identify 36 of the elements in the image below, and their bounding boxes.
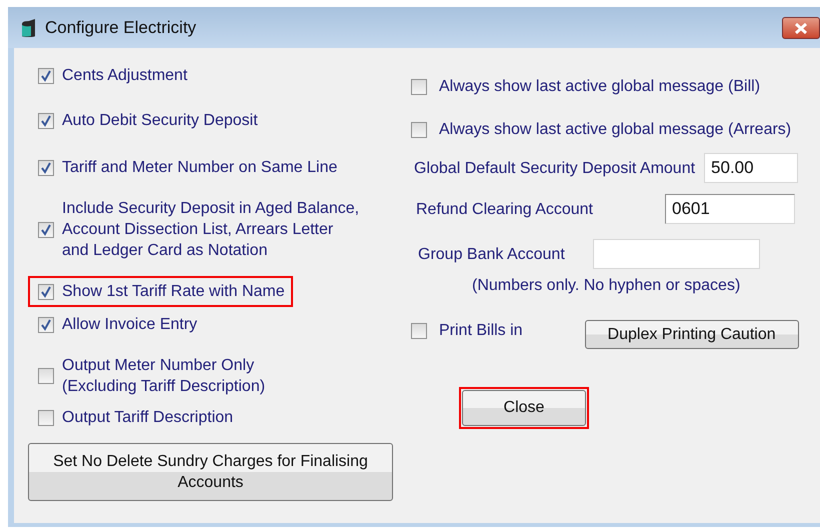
checkbox[interactable] xyxy=(38,368,54,384)
checkbox-label: Always show last active global message (Arrears) xyxy=(439,120,792,140)
checkbox-label: Print Bills in xyxy=(439,321,523,341)
window-title: Configure Electricity xyxy=(45,18,196,38)
close-icon xyxy=(794,22,808,34)
checkbox-label: Tariff and Meter Number on Same Line xyxy=(62,158,338,178)
checkbox-label: Allow Invoice Entry xyxy=(62,315,198,335)
checkbox[interactable] xyxy=(38,410,54,426)
checkbox[interactable] xyxy=(411,78,427,94)
checkbox-label: Output Tariff Description xyxy=(62,408,234,428)
close-button[interactable]: Close xyxy=(462,390,586,426)
close-window-button[interactable] xyxy=(782,17,820,39)
duplex-printing-button[interactable]: Duplex Printing Caution xyxy=(584,320,799,349)
field-label: Group Bank Account xyxy=(418,244,565,264)
checkbox[interactable] xyxy=(38,112,54,128)
checkbox[interactable] xyxy=(411,122,427,138)
input-field[interactable]: 50.00 xyxy=(704,153,798,183)
input-field[interactable] xyxy=(592,239,760,269)
checkbox[interactable] xyxy=(38,222,54,238)
checkbox-label: Always show last active global message (Bill) xyxy=(439,77,760,97)
set-no-delete-button[interactable]: Set No Delete Sundry Charges for Finalising Accounts xyxy=(28,443,393,501)
checkbox-label: Cents Adjustment xyxy=(62,66,188,86)
hint-text: (Numbers only. No hyphen or spaces) xyxy=(472,276,742,296)
field-label: Refund Clearing Account xyxy=(416,200,593,220)
checkbox-label: Auto Debit Security Deposit xyxy=(62,111,258,131)
field-label: Global Default Security Deposit Amount xyxy=(414,158,696,178)
checkbox[interactable] xyxy=(38,284,54,300)
checkbox-label: Output Meter Number Only (Excluding Tariff Description) xyxy=(62,356,266,397)
checkbox[interactable] xyxy=(38,160,54,176)
checkbox[interactable] xyxy=(411,323,427,339)
checkbox-label: Show 1st Tariff Rate with Name xyxy=(62,282,285,302)
app-icon xyxy=(21,18,37,38)
checkbox-label: Include Security Deposit in Aged Balance, Account Dissection List, Arrears Letter and Ledger Card as Notation xyxy=(62,199,360,261)
checkbox[interactable] xyxy=(38,316,54,332)
checkbox[interactable] xyxy=(38,68,54,84)
input-field[interactable]: 0601 xyxy=(665,194,795,224)
